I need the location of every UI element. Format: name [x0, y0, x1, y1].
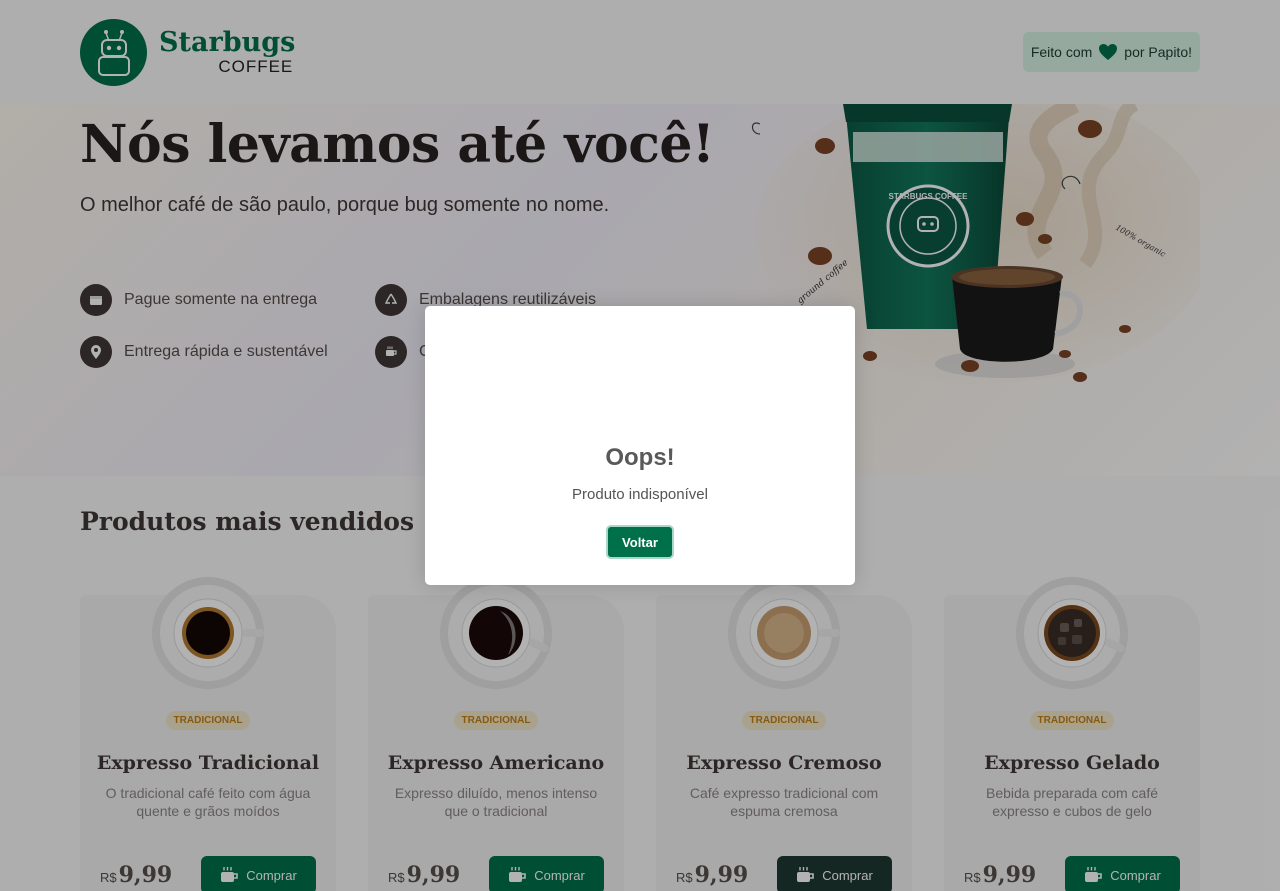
error-modal: Oops! Produto indisponível Voltar — [425, 306, 855, 585]
modal-message: Produto indisponível — [572, 486, 708, 503]
modal-title: Oops! — [605, 444, 675, 471]
back-button[interactable]: Voltar — [606, 525, 674, 559]
